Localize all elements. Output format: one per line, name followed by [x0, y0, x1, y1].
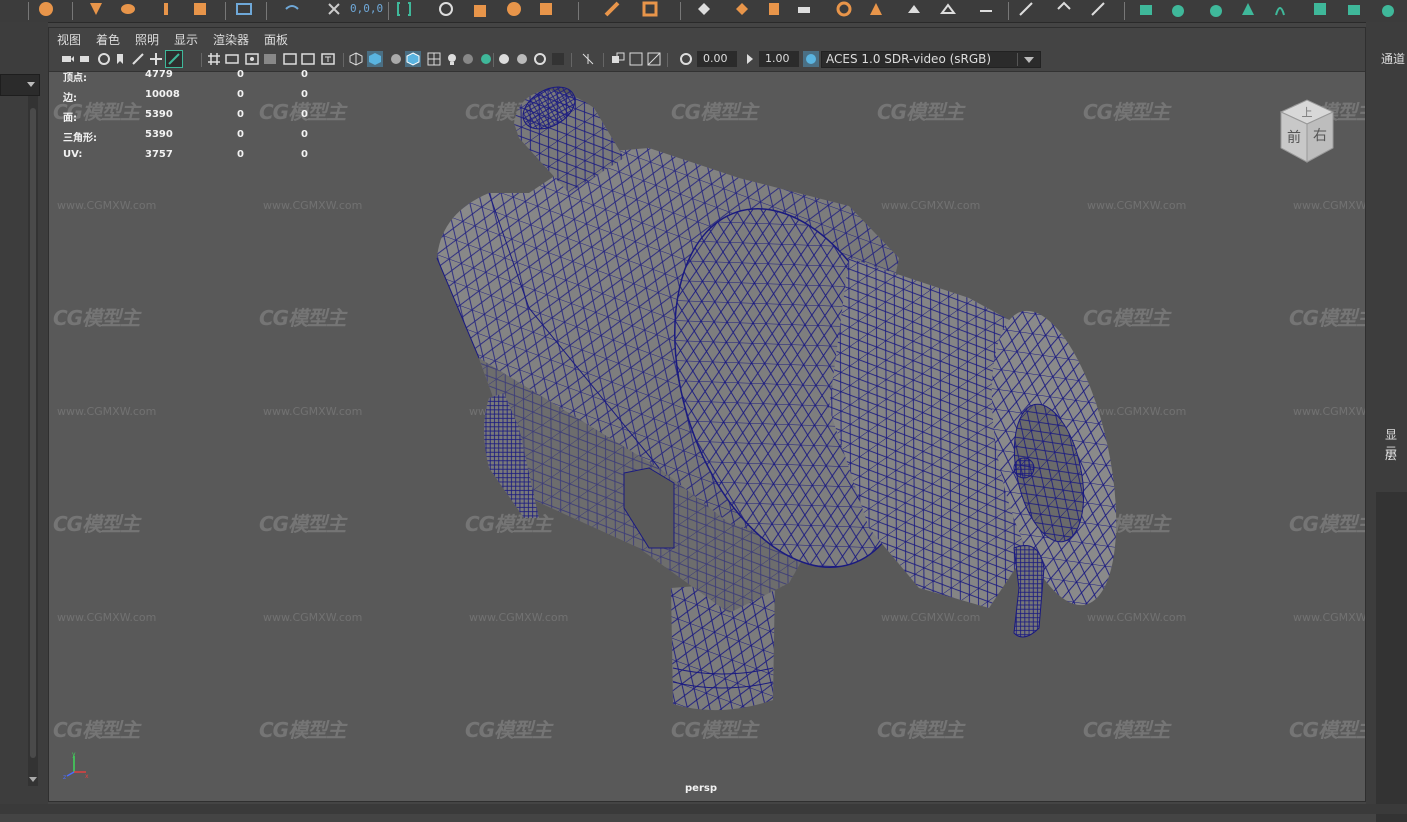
shelf-separator	[1124, 2, 1125, 20]
shelf-coordinate-text: 0,0,0	[350, 2, 384, 15]
shelf-helix-icon[interactable]	[978, 1, 994, 17]
shelf-bevel-icon[interactable]	[1056, 1, 1072, 17]
svg-text:y: y	[72, 751, 76, 758]
hud-value: 0	[301, 149, 308, 160]
shelf-bridge-icon[interactable]	[1090, 1, 1106, 17]
shelf-green-combine-icon[interactable]	[1138, 1, 1154, 17]
shelf-snap-point-icon[interactable]	[326, 1, 342, 17]
hud-label: 三角形:	[63, 133, 97, 144]
scroll-down-icon[interactable]	[29, 777, 37, 782]
shelf-pipe-icon[interactable]	[940, 1, 956, 17]
left-scrollbar[interactable]	[28, 96, 38, 786]
shelf-paint-icon[interactable]	[158, 1, 174, 17]
shelf-sphere-icon[interactable]	[38, 1, 54, 17]
hud-label: 面:	[63, 113, 77, 124]
shelf-poly-plane-icon[interactable]	[796, 1, 812, 17]
channel-box-panel: 通道 显示 层	[1366, 22, 1407, 822]
shelf-separator	[680, 2, 681, 20]
shelf-extrude-icon[interactable]	[1018, 1, 1034, 17]
hud-value: 3757	[145, 149, 173, 160]
shelf-poly-cube-icon[interactable]	[696, 1, 712, 17]
shelf-orange-ball-icon[interactable]	[506, 1, 522, 17]
shelf-separator	[1008, 2, 1009, 20]
viewcube[interactable]: 上 前 右	[1275, 96, 1339, 164]
shelf-select-icon[interactable]	[88, 1, 104, 17]
shelf-orange-cube-icon[interactable]	[538, 1, 554, 17]
shelf-separator	[578, 2, 579, 20]
shelf-separator	[266, 2, 267, 20]
shelf-green-unfold-icon[interactable]	[1380, 1, 1396, 17]
camera-name-label: persp	[685, 783, 717, 794]
viewcube-right-label: 右	[1313, 128, 1327, 144]
hud-value: 10008	[145, 89, 180, 100]
shelf-orange-block-icon[interactable]	[472, 1, 488, 17]
left-panel-dropdown[interactable]	[0, 74, 40, 96]
hud-value: 0	[301, 109, 308, 120]
hud-value: 0	[301, 69, 308, 80]
shelf-pyramid-icon[interactable]	[906, 1, 922, 17]
hud-value: 0	[301, 129, 308, 140]
shelf-green-separate-icon[interactable]	[1170, 1, 1186, 17]
shelf-separator	[388, 2, 389, 20]
shelf-green-boolean-icon[interactable]	[1240, 1, 1256, 17]
chevron-down-icon	[27, 82, 35, 87]
shelf-bracket-icon[interactable]	[396, 1, 412, 17]
shelf-green-mirror-icon[interactable]	[1272, 1, 1288, 17]
hud-value: 5390	[145, 109, 173, 120]
hud-label: 顶点:	[63, 73, 87, 84]
hud-label: UV:	[63, 149, 83, 160]
svg-text:x: x	[85, 773, 89, 780]
shelf-torus-icon[interactable]	[836, 1, 852, 17]
shelf-orange-arrow-icon[interactable]	[604, 1, 620, 17]
left-panel	[0, 22, 48, 814]
shelf-grid-icon[interactable]	[236, 1, 252, 17]
hud-value: 0	[237, 69, 244, 80]
channels-tab[interactable]: 通道	[1381, 50, 1405, 67]
shelf-separator	[72, 2, 73, 20]
shelf-green-layout-icon[interactable]	[1346, 1, 1362, 17]
scrollbar-thumb[interactable]	[30, 108, 36, 758]
hud-label: 边:	[63, 93, 77, 104]
shelf-lasso-icon[interactable]	[120, 1, 136, 17]
wireframe-model[interactable]	[49, 28, 1366, 802]
viewcube-front-label: 前	[1287, 129, 1301, 146]
hud-value: 4779	[145, 69, 173, 80]
viewport-panel[interactable]: 视图 着色 照明 显示 渲染器 面板 0.00 1.00 ACES 1.0 SD…	[48, 27, 1366, 802]
layer-list-area[interactable]	[1376, 492, 1407, 822]
hud-value: 0	[237, 129, 244, 140]
shelf-snap-icon[interactable]	[284, 1, 300, 17]
shelf-toolbar: 0,0,0	[0, 0, 1407, 23]
hud-value: 0	[237, 149, 244, 160]
shelf-green-uv-icon[interactable]	[1312, 1, 1328, 17]
shelf-poly-cylinder-icon[interactable]	[766, 1, 782, 17]
shelf-cone-icon[interactable]	[868, 1, 884, 17]
hud-value: 0	[237, 89, 244, 100]
hud-value: 0	[301, 89, 308, 100]
svg-text:z: z	[63, 774, 66, 780]
time-slider-ruler[interactable]	[0, 804, 1407, 814]
shelf-circle-icon[interactable]	[438, 1, 454, 17]
shelf-separator	[28, 2, 29, 20]
shelf-orange-frame-icon[interactable]	[642, 1, 658, 17]
axis-gizmo: y x z	[63, 751, 89, 780]
shelf-green-smooth-icon[interactable]	[1208, 1, 1224, 17]
layer-tab[interactable]: 层	[1385, 446, 1397, 463]
viewcube-top-label: 上	[1302, 106, 1313, 119]
shelf-move-icon[interactable]	[192, 1, 208, 17]
shelf-poly-sphere-icon[interactable]	[734, 1, 750, 17]
shelf-separator	[225, 2, 226, 20]
hud-value: 0	[237, 109, 244, 120]
hud-value: 5390	[145, 129, 173, 140]
